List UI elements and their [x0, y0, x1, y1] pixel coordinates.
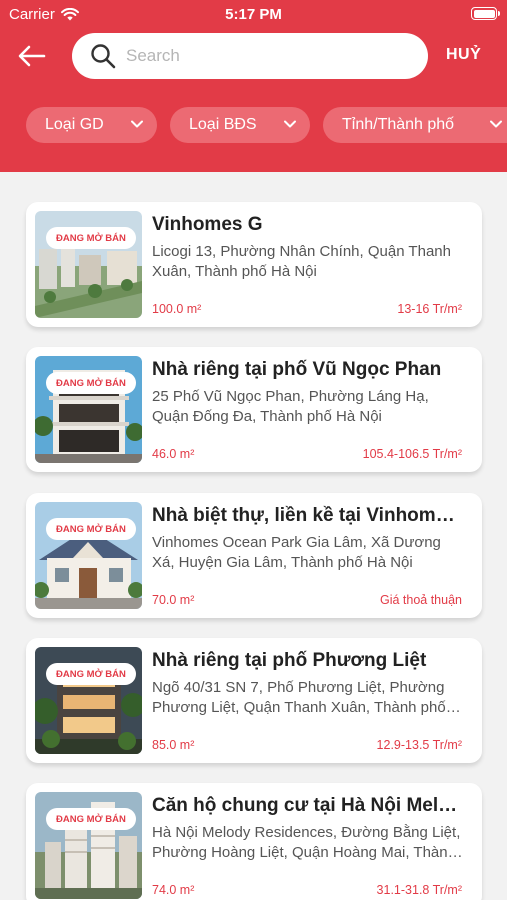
listing-photo: ĐANG MỞ BÁN [35, 356, 142, 463]
listing-price: Giá thoả thuận [379, 593, 462, 607]
listing-card[interactable]: ĐANG MỞ BÁN Nhà riêng tại phố Vũ Ngọc Ph… [26, 347, 482, 472]
listing-title: Vinhomes G [152, 214, 263, 235]
filter-transaction-type[interactable]: Loại GD [26, 107, 157, 143]
filter-label: Loại GD [45, 116, 104, 133]
listing-photo: ĐANG MỞ BÁN [35, 211, 142, 318]
listing-price: 105.4-106.5 Tr/m² [362, 447, 462, 461]
listing-address: 25 Phố Vũ Ngọc Phan, Phường Láng Hạ, Quậ… [152, 388, 429, 425]
listing-address: Licogi 13, Phường Nhân Chính, Quận Thanh… [152, 243, 451, 280]
listing-card[interactable]: ĐANG MỞ BÁN Vinhomes G Licogi 13, Phường… [26, 202, 482, 327]
chevron-down-icon [284, 120, 296, 128]
listing-area: 100.0 m² [152, 302, 202, 316]
status-time: 5:17 PM [225, 6, 282, 23]
search-input[interactable] [126, 46, 376, 66]
filter-label: Loại BĐS [189, 116, 257, 133]
listing-title: Nhà riêng tại phố Vũ Ngọc Phan [152, 359, 442, 380]
battery-icon [471, 7, 500, 20]
listing-price: 12.9-13.5 Tr/m² [376, 738, 462, 752]
listing-card[interactable]: ĐANG MỞ BÁN Nhà riêng tại phố Phương Liệ… [26, 638, 482, 763]
filter-label: Tỉnh/Thành phố [342, 116, 455, 133]
filter-province[interactable]: Tỉnh/Thành phố [323, 107, 507, 143]
listing-title: Nhà biệt thự, liền kề tại Vinhomes Ocean… [152, 505, 464, 526]
header-bar: Carrier 5:17 PM HUỶ Loại GD Loại BĐS Tỉn… [0, 0, 507, 172]
listing-photo: ĐANG MỞ BÁN [35, 792, 142, 899]
listing-card[interactable]: ĐANG MỞ BÁN Căn hộ chung cư tại Hà Nội M… [26, 783, 482, 900]
status-badge: ĐANG MỞ BÁN [46, 227, 136, 249]
listing-title: Căn hộ chung cư tại Hà Nội Melody Reside… [152, 795, 464, 816]
listing-title: Nhà riêng tại phố Phương Liệt [152, 650, 427, 671]
status-bar: Carrier 5:17 PM [0, 0, 507, 28]
listing-area: 46.0 m² [152, 447, 195, 461]
listing-card[interactable]: ĐANG MỞ BÁN Nhà biệt thự, liền kề tại Vi… [26, 493, 482, 618]
search-box[interactable] [72, 33, 428, 79]
chevron-down-icon [490, 120, 502, 128]
chevron-down-icon [131, 120, 143, 128]
status-badge: ĐANG MỞ BÁN [46, 663, 136, 685]
listing-price: 13-16 Tr/m² [397, 302, 462, 316]
listing-area: 74.0 m² [152, 883, 195, 897]
filter-property-type[interactable]: Loại BĐS [170, 107, 310, 143]
listing-address: Vinhomes Ocean Park Gia Lâm, Xã Dương Xá… [152, 534, 441, 571]
listing-address: Ngõ 40/31 SN 7, Phố Phương Liệt, Phường … [152, 679, 446, 716]
listing-photo: ĐANG MỞ BÁN [35, 502, 142, 609]
status-badge: ĐANG MỞ BÁN [46, 808, 136, 830]
back-button[interactable] [16, 40, 48, 72]
listing-area: 85.0 m² [152, 738, 195, 752]
listing-photo: ĐANG MỞ BÁN [35, 647, 142, 754]
cancel-button[interactable]: HUỶ [446, 46, 481, 64]
listing-price: 31.1-31.8 Tr/m² [376, 883, 462, 897]
status-badge: ĐANG MỞ BÁN [46, 372, 136, 394]
arrow-left-icon [18, 45, 46, 67]
search-icon [91, 44, 116, 69]
listing-area: 70.0 m² [152, 593, 195, 607]
listing-list: ĐANG MỞ BÁN Vinhomes G Licogi 13, Phường… [0, 172, 507, 900]
listing-address: Hà Nội Melody Residences, Đường Bằng Liệ… [152, 824, 461, 861]
status-badge: ĐANG MỞ BÁN [46, 518, 136, 540]
